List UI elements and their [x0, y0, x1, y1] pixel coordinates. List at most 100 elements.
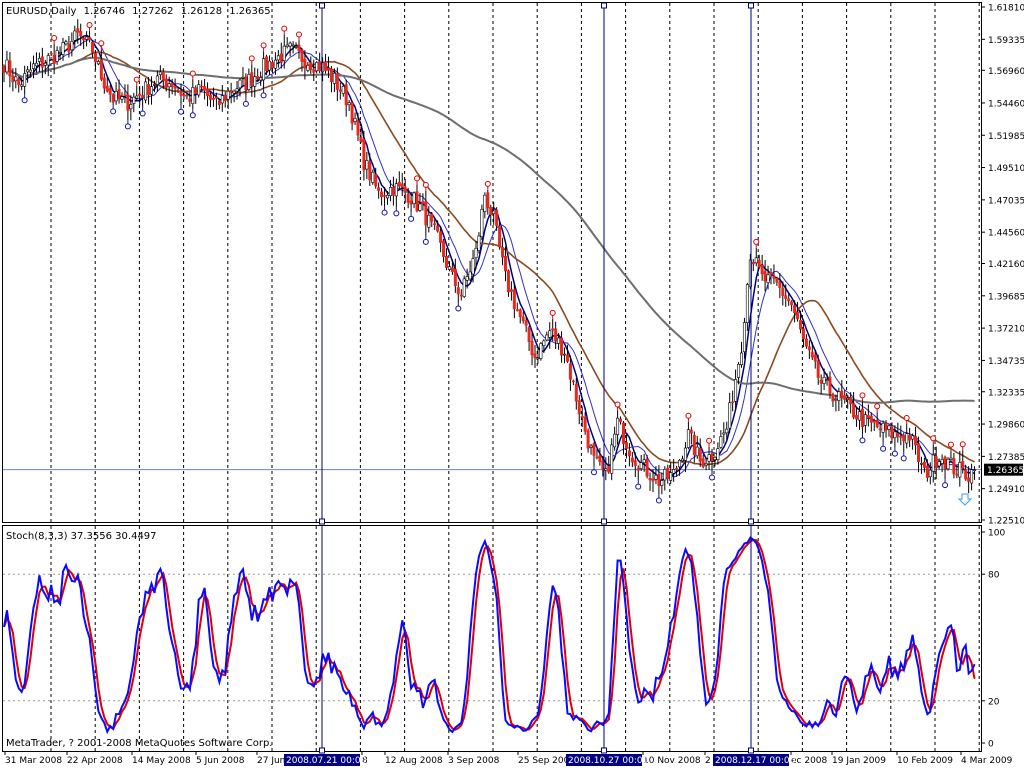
fractal-up-marker [685, 412, 692, 419]
candle [648, 472, 652, 491]
candle [468, 260, 472, 282]
candle [866, 404, 870, 427]
candle [306, 62, 310, 73]
candle [571, 379, 575, 386]
stoch-tick-label: 0 [988, 740, 994, 750]
candle [477, 232, 481, 254]
candle [102, 73, 106, 94]
candle [922, 457, 926, 473]
candle [276, 50, 280, 68]
stoch-tick-label: 80 [988, 571, 1000, 581]
candle [49, 51, 53, 57]
candle [506, 269, 510, 297]
candle [324, 53, 328, 74]
price-tick-label: 1.42160 [988, 260, 1024, 270]
candle [442, 238, 446, 263]
fractal-down-marker [591, 469, 597, 476]
candle [663, 466, 667, 491]
time-axis-label: 14 May 2008 [132, 756, 191, 766]
candle [2, 64, 6, 83]
candle [91, 40, 95, 58]
crosshair-handle[interactable] [319, 2, 325, 9]
candle [288, 41, 292, 57]
fractal-up-marker [86, 22, 93, 29]
price-tick-label: 1.24910 [988, 485, 1024, 495]
candle [421, 193, 425, 211]
current-price-label: 1.26365 [987, 466, 1024, 476]
candle [85, 31, 89, 47]
time-axis-label: 5 Jun 2008 [196, 756, 245, 766]
fractal-up-marker [98, 40, 105, 47]
crosshair-handle[interactable] [319, 518, 325, 525]
candle [716, 442, 720, 465]
price-tick-label: 1.61810 [988, 4, 1024, 14]
fractal-up-marker [51, 35, 58, 42]
candle [855, 407, 859, 427]
crosshair-handle[interactable] [319, 747, 325, 754]
candle [704, 457, 708, 471]
fractal-up-marker [753, 238, 760, 245]
candle [279, 42, 283, 69]
fractal-up-marker [281, 25, 288, 32]
crosshair-handle[interactable] [601, 747, 607, 754]
candle [138, 86, 142, 106]
candle [173, 78, 177, 96]
fractal-down-marker [124, 123, 131, 130]
fractal-down-marker [242, 100, 249, 107]
chart-root: 1.61810 1.59335 1.56960 1.54460 1.51985 1.495… [0, 0, 1024, 768]
candle [560, 331, 564, 363]
fractal-down-marker [381, 209, 388, 216]
candle [545, 331, 549, 342]
ma-line-10 [3, 38, 975, 478]
candle [745, 282, 749, 331]
price-tick-label: 1.39685 [988, 292, 1024, 302]
grid-layer [3, 3, 981, 751]
candle [309, 56, 313, 74]
candle [123, 84, 127, 104]
moving-averages-layer [3, 34, 975, 482]
fractal-down-marker [942, 482, 949, 489]
crosshair-handle[interactable] [601, 2, 607, 9]
signal-arrow-icon [957, 493, 973, 506]
candle [430, 211, 434, 227]
fractal-down-marker [709, 474, 715, 481]
crosshair-handle[interactable] [748, 2, 754, 9]
candle [247, 68, 251, 92]
crosshair-handle[interactable] [748, 747, 754, 754]
time-axis-label: 19 Jan 2009 [832, 756, 886, 766]
candles-layer [2, 19, 977, 495]
crosshair-date-label: 2008.10.27 00:00 [568, 756, 649, 766]
price-tick-label: 1.56960 [988, 67, 1024, 77]
candle [610, 438, 614, 481]
candle [769, 268, 773, 285]
candle [158, 65, 162, 80]
candle [480, 204, 484, 241]
time-axis-label: ec 2008 [791, 756, 828, 766]
price-tick-label: 1.54460 [988, 99, 1024, 109]
candle [834, 394, 838, 412]
candle [831, 392, 835, 408]
crosshair-handle[interactable] [601, 518, 607, 525]
price-tick-label: 1.49510 [988, 164, 1024, 174]
candle [129, 95, 133, 121]
fractal-down-marker [455, 305, 462, 312]
candle [365, 151, 369, 180]
candle [356, 112, 360, 142]
crosshair-handle[interactable] [748, 518, 754, 525]
ma-line-25 [3, 51, 975, 466]
candle [424, 190, 428, 236]
candle [46, 52, 50, 77]
candle [415, 184, 419, 213]
candle [312, 59, 316, 82]
candle [754, 247, 758, 267]
candle [875, 412, 879, 429]
candle [574, 378, 578, 410]
candle [689, 426, 693, 445]
fractal-down-marker [110, 108, 117, 115]
candle [619, 416, 623, 425]
crosshair-date-label: 2008.07.21 00:00 [286, 756, 367, 766]
candle [391, 176, 395, 206]
time-axis-label: 4 Mar 2009 [961, 756, 1013, 766]
candle [527, 325, 531, 351]
candle [191, 79, 195, 110]
